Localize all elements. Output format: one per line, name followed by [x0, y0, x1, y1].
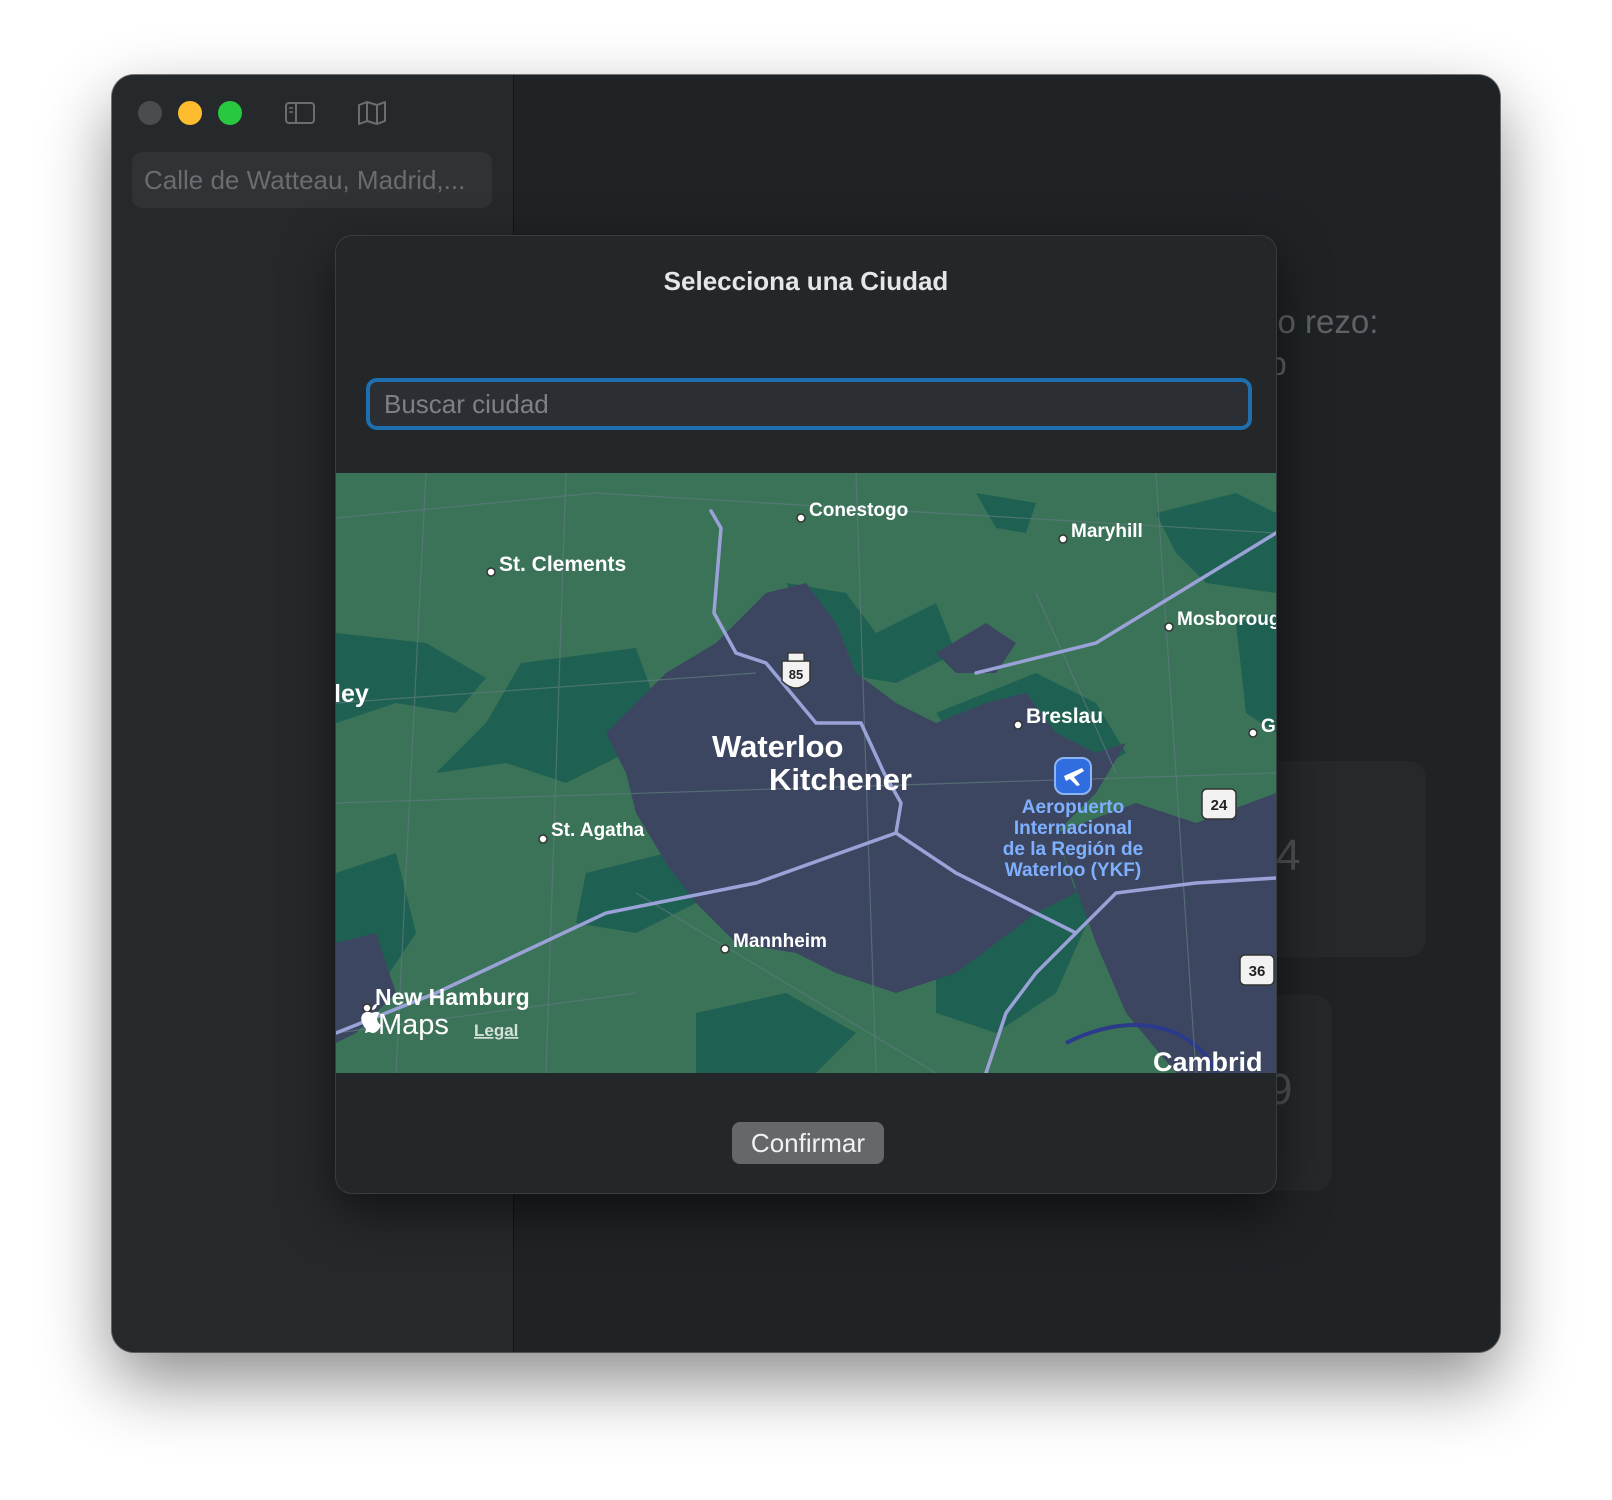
svg-text:Aeropuerto: Aeropuerto	[1022, 797, 1124, 818]
city-picker-dialog: Selecciona una Ciudad Buscar ciudad Cone…	[336, 236, 1276, 1193]
svg-text:Waterloo (YKF): Waterloo (YKF)	[1005, 860, 1142, 881]
highway-shield-24: 24	[1201, 788, 1237, 820]
airport-marker[interactable]	[1054, 757, 1092, 795]
close-window-button[interactable]	[138, 101, 162, 125]
map-label-gl[interactable]: Gl	[1261, 716, 1276, 737]
map-icon[interactable]	[356, 99, 388, 127]
maps-logo-text: Maps	[378, 1009, 449, 1041]
legal-link[interactable]: Legal	[474, 1021, 518, 1040]
map-label-waterloo[interactable]: Waterloo	[712, 729, 843, 764]
map-label-new-hamburg[interactable]: New Hamburg	[375, 984, 530, 1010]
svg-text:24: 24	[1211, 797, 1228, 814]
confirm-button[interactable]: Confirmar	[732, 1122, 884, 1164]
map-label-cambridge[interactable]: Cambrid	[1153, 1047, 1263, 1073]
svg-text:85: 85	[789, 667, 803, 682]
prayer-card-number: 4	[1276, 831, 1301, 880]
map-label-mosborough[interactable]: Mosboroug	[1177, 609, 1276, 630]
map-view[interactable]: Conestogo Maryhill St. Clements Mosborou…	[336, 473, 1276, 1073]
sidebar-location-field[interactable]: Calle de Watteau, Madrid,...	[132, 152, 492, 208]
minimize-window-button[interactable]	[178, 101, 202, 125]
city-search-field[interactable]	[366, 378, 1252, 430]
sidebar-toggle-icon[interactable]	[284, 99, 316, 127]
dialog-title: Selecciona una Ciudad	[663, 266, 949, 296]
map-canvas[interactable]: Conestogo Maryhill St. Clements Mosborou…	[336, 473, 1276, 1073]
airport-label[interactable]: Aeropuerto Internacional de la Región de…	[1003, 797, 1143, 881]
highway-shield-36: 36	[1239, 954, 1275, 986]
map-label-st-agatha[interactable]: St. Agatha	[551, 820, 645, 841]
map-label-breslau[interactable]: Breslau	[1026, 705, 1103, 728]
map-label-st-clements[interactable]: St. Clements	[499, 553, 626, 576]
svg-text:36: 36	[1249, 963, 1266, 980]
city-search-input[interactable]	[370, 382, 1248, 426]
maximize-window-button[interactable]	[218, 101, 242, 125]
map-label-ley[interactable]: ley	[336, 680, 369, 708]
svg-text:de la Región de: de la Región de	[1003, 839, 1143, 860]
map-label-maryhill[interactable]: Maryhill	[1071, 521, 1143, 542]
map-label-conestogo[interactable]: Conestogo	[809, 500, 908, 521]
map-label-kitchener[interactable]: Kitchener	[769, 762, 912, 797]
svg-text:Internacional: Internacional	[1014, 818, 1132, 839]
map-label-mannheim[interactable]: Mannheim	[733, 931, 827, 952]
